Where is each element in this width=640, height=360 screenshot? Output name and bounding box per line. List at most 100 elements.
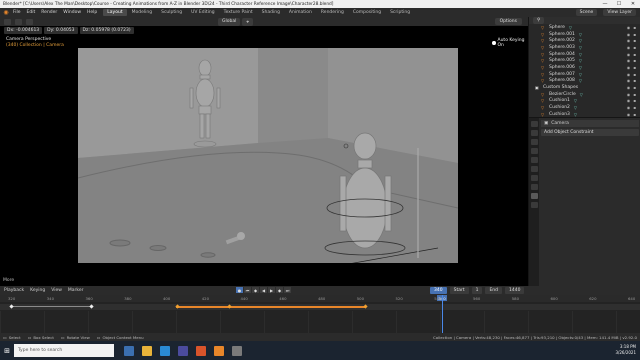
workspace-tab-texture-paint[interactable]: Texture Paint: [220, 9, 257, 16]
jump-start-icon[interactable]: ⏮: [244, 287, 251, 293]
timeline-area[interactable]: 340 320340360380400420440460480500520540…: [0, 295, 640, 333]
workspace-tab-shading[interactable]: Shading: [258, 9, 284, 16]
render-tab-icon[interactable]: [531, 130, 538, 136]
render-camera-icon[interactable]: ▪: [633, 25, 636, 30]
render-camera-icon[interactable]: ▪: [633, 32, 636, 37]
eye-icon[interactable]: ◉: [627, 105, 631, 110]
chrome-icon[interactable]: [196, 345, 206, 356]
outliner-object-row[interactable]: ▽ Sphere.002 ▽ ◉ ▪: [529, 37, 640, 44]
render-camera-icon[interactable]: ▪: [633, 98, 636, 103]
options-dropdown[interactable]: Options: [494, 18, 522, 25]
windows-start-icon[interactable]: ⊞: [0, 341, 14, 360]
object-tab-icon[interactable]: [531, 175, 538, 181]
render-camera-icon[interactable]: ▪: [633, 92, 636, 97]
outliner-object-row[interactable]: ▽ Cushion2 ▽ ◉ ▪: [529, 104, 640, 111]
render-camera-icon[interactable]: ▪: [633, 85, 636, 90]
more-toggle[interactable]: More: [3, 278, 14, 283]
outliner-object-row[interactable]: ▽ BezierCircle ▽ ◉ ▪: [529, 91, 640, 98]
eye-icon[interactable]: ◉: [627, 65, 631, 70]
next-key-icon[interactable]: ◆: [276, 287, 283, 293]
blender-logo-icon[interactable]: ◉: [2, 9, 10, 16]
edge-browser-icon[interactable]: [160, 345, 170, 356]
outliner-object-row[interactable]: ▽ Sphere.008 ▽ ◉ ▪: [529, 78, 640, 85]
eye-icon[interactable]: ◉: [627, 45, 631, 50]
frame-ruler[interactable]: 340 320340360380400420440460480500520540…: [0, 295, 640, 302]
output-tab-icon[interactable]: [531, 139, 538, 145]
timeline-menu-view[interactable]: View: [51, 288, 62, 293]
playhead[interactable]: [442, 295, 443, 333]
outliner-object-row[interactable]: ▽ Sphere.005 ▽ ◉ ▪: [529, 57, 640, 64]
eye-icon[interactable]: ◉: [627, 78, 631, 83]
menu-render[interactable]: Render: [41, 10, 57, 15]
eye-icon[interactable]: ◉: [627, 98, 631, 103]
eye-icon[interactable]: ◉: [627, 92, 631, 97]
jump-end-icon[interactable]: ⏭: [284, 287, 291, 293]
render-camera-icon[interactable]: ▪: [633, 65, 636, 70]
workspace-tab-modeling[interactable]: Modeling: [128, 9, 156, 16]
camera-frame[interactable]: [78, 48, 458, 263]
timeline-menu-marker[interactable]: Marker: [68, 288, 84, 293]
outliner-object-row[interactable]: ▽ Sphere.006 ▽ ◉ ▪: [529, 64, 640, 71]
end-frame-field[interactable]: 1440: [505, 287, 525, 294]
view-layer-tab-icon[interactable]: [531, 148, 538, 154]
blender-taskbar-icon[interactable]: [214, 345, 224, 356]
record-button[interactable]: ●: [236, 287, 243, 293]
prev-key-icon[interactable]: ◆: [252, 287, 259, 293]
settings-icon[interactable]: [232, 345, 242, 356]
physics-tab-icon[interactable]: [531, 184, 538, 190]
taskbar-search-input[interactable]: Type here to search: [14, 344, 114, 357]
start-frame-field[interactable]: 1: [471, 287, 483, 294]
scene-tab-icon[interactable]: [531, 157, 538, 163]
eye-icon[interactable]: ◉: [627, 38, 631, 43]
outliner-object-row[interactable]: ▽ Sphere.004 ▽ ◉ ▪: [529, 51, 640, 58]
close-button[interactable]: ✕: [626, 0, 640, 8]
view-layer-selector[interactable]: View Layer: [603, 9, 636, 16]
file-explorer-icon[interactable]: [142, 345, 152, 356]
menu-help[interactable]: Help: [87, 10, 97, 15]
eye-icon[interactable]: ◉: [627, 32, 631, 37]
outliner-object-row[interactable]: ▽ Sphere.007 ▽ ◉ ▪: [529, 71, 640, 78]
render-camera-icon[interactable]: ▪: [633, 58, 636, 63]
add-constraint-button[interactable]: Add Object Constraint: [541, 129, 639, 136]
task-view-icon[interactable]: [124, 345, 134, 356]
render-camera-icon[interactable]: ▪: [633, 78, 636, 83]
play-icon[interactable]: ▶: [268, 287, 275, 293]
view-menu-icon[interactable]: [26, 18, 33, 25]
play-reverse-icon[interactable]: ◀: [260, 287, 267, 293]
filter-icon[interactable]: ⚲: [533, 17, 545, 24]
outliner-collection-row[interactable]: ▣ Custom Shapes ◉ ▪: [529, 84, 640, 91]
current-frame-field[interactable]: 340: [430, 287, 447, 294]
store-icon[interactable]: [178, 345, 188, 356]
timeline-menu-keying[interactable]: Keying: [30, 288, 45, 293]
menu-window[interactable]: Window: [63, 10, 81, 15]
workspace-tab-uv-editing[interactable]: UV Editing: [187, 9, 218, 16]
eye-icon[interactable]: ◉: [627, 25, 631, 30]
maximize-button[interactable]: ☐: [612, 0, 626, 8]
menu-edit[interactable]: Edit: [27, 10, 36, 15]
render-camera-icon[interactable]: ▪: [633, 52, 636, 57]
eye-icon[interactable]: ◉: [627, 58, 631, 63]
timeline-menu-playback[interactable]: Playback: [4, 288, 24, 293]
snap-icon[interactable]: ⌖: [242, 18, 253, 26]
minimize-button[interactable]: —: [598, 0, 612, 8]
eye-icon[interactable]: ◉: [627, 85, 631, 90]
render-camera-icon[interactable]: ▪: [633, 38, 636, 43]
world-tab-icon[interactable]: [531, 166, 538, 172]
menu-file[interactable]: File: [13, 10, 21, 15]
workspace-tab-layout[interactable]: Layout: [103, 9, 127, 16]
3d-viewport[interactable]: Dx: -0.004613 Dy: 0.04053 Dz: 0.05978 (0…: [0, 26, 528, 286]
tool-tab-icon[interactable]: [531, 121, 538, 127]
workspace-tab-sculpting[interactable]: Sculpting: [157, 9, 186, 16]
outliner-object-row[interactable]: ▽ Sphere.003 ▽ ◉ ▪: [529, 44, 640, 51]
workspace-tab-animation[interactable]: Animation: [285, 9, 316, 16]
constraints-tab-icon[interactable]: [531, 193, 538, 199]
workspace-tab-scripting[interactable]: Scripting: [386, 9, 414, 16]
eye-icon[interactable]: ◉: [627, 52, 631, 57]
outliner-object-row[interactable]: ▽ Cushion1 ▽ ◉ ▪: [529, 98, 640, 105]
outliner-object-row[interactable]: ▽ Sphere ▽ ◉ ▪: [529, 24, 640, 31]
editor-type-icon[interactable]: [4, 18, 11, 25]
mode-selector-icon[interactable]: [15, 18, 22, 25]
render-camera-icon[interactable]: ▪: [633, 105, 636, 110]
outliner-object-row[interactable]: ▽ Sphere.001 ▽ ◉ ▪: [529, 31, 640, 38]
render-camera-icon[interactable]: ▪: [633, 72, 636, 77]
